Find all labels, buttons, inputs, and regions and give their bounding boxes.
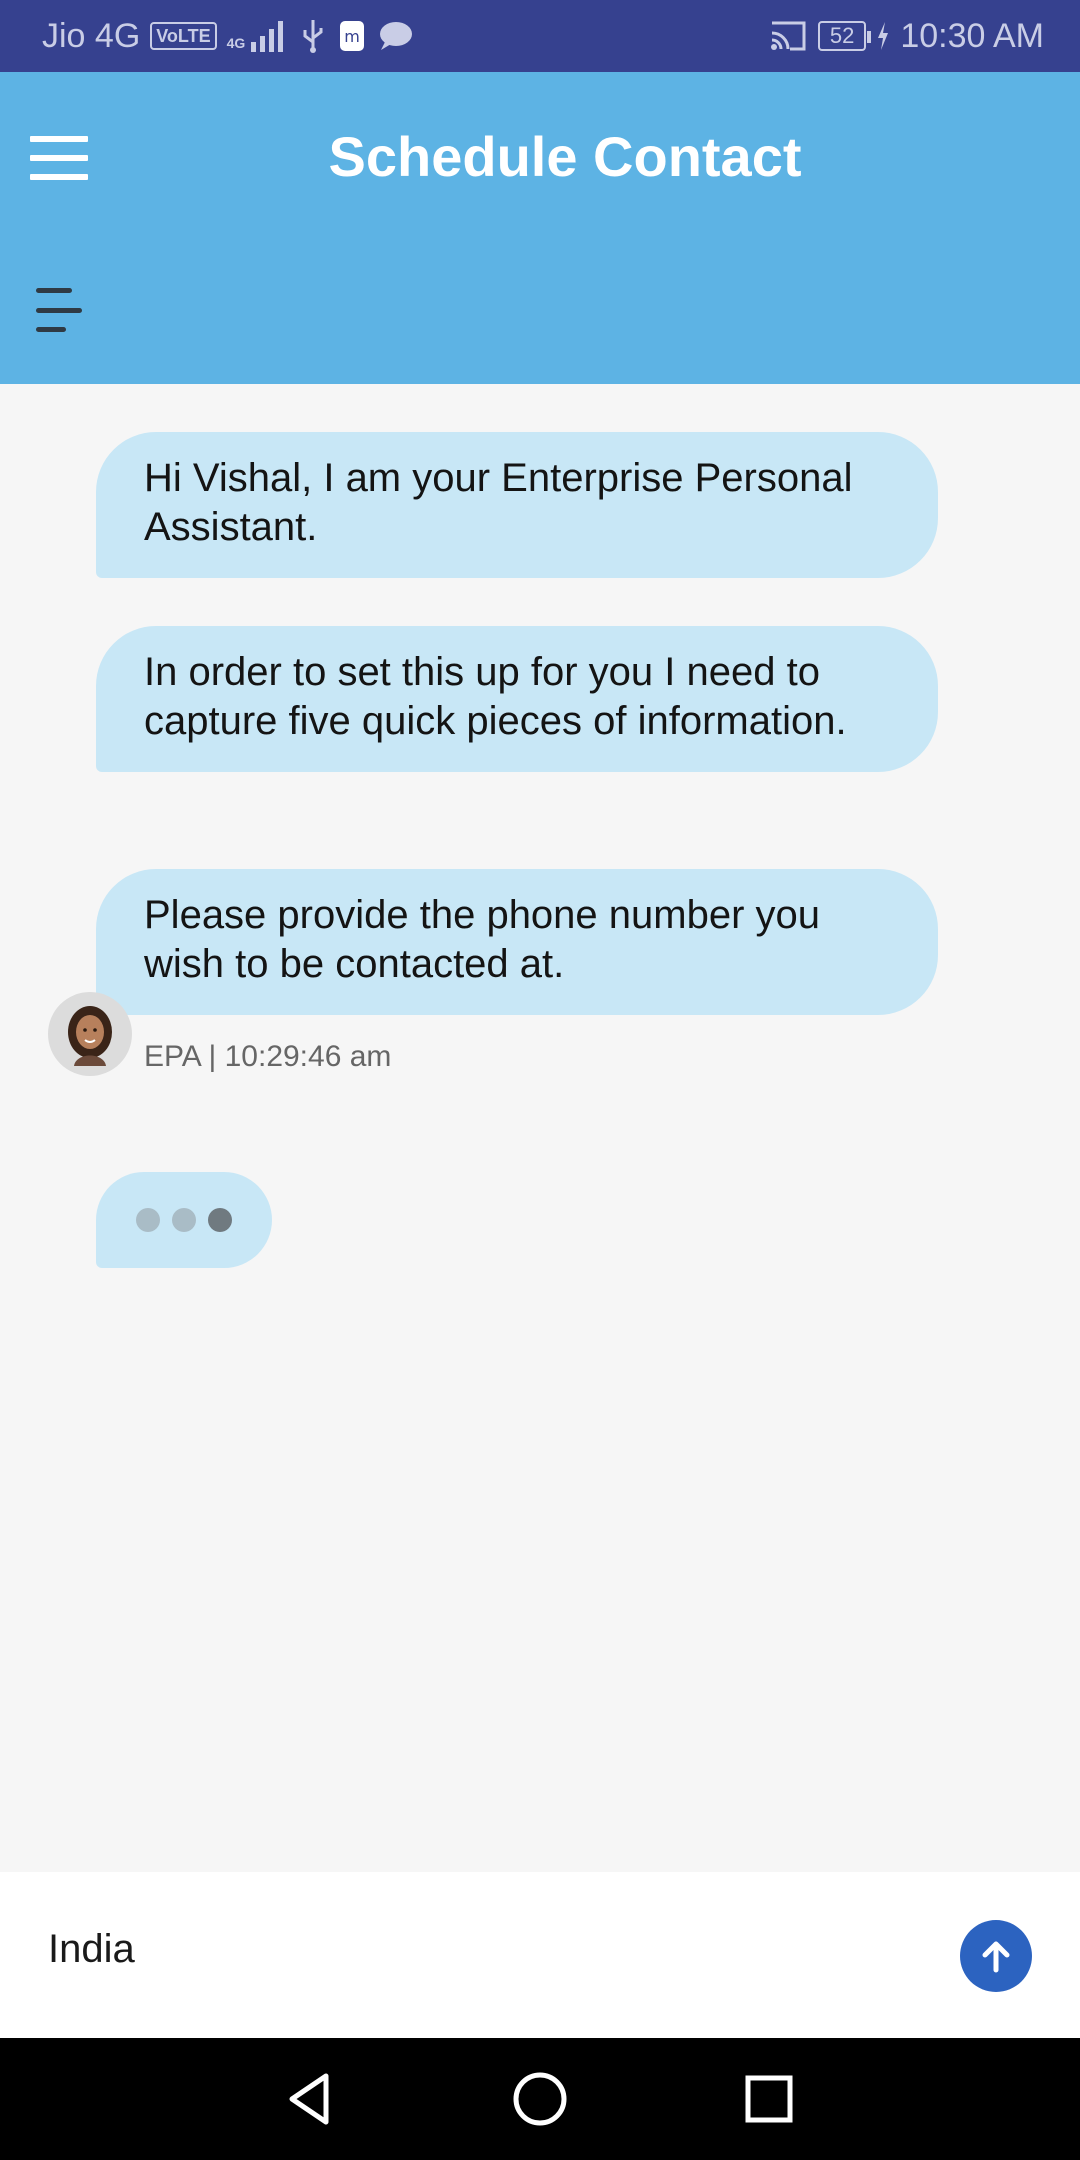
app-bar: Schedule Contact xyxy=(0,72,1080,384)
assistant-avatar xyxy=(48,992,132,1076)
clock: 10:30 AM xyxy=(900,16,1044,55)
page-title: Schedule Contact xyxy=(328,125,802,188)
network-type-label: 4G xyxy=(226,34,246,51)
arrow-up-icon xyxy=(982,1941,1010,1973)
app-notification-icon: m xyxy=(340,21,365,51)
typing-dot xyxy=(136,1208,160,1232)
volte-badge: VoLTE xyxy=(150,22,217,50)
message-text: Please provide the phone number you wish… xyxy=(144,893,821,986)
system-nav-bar xyxy=(0,2038,1080,2160)
status-right: 52 10:30 AM xyxy=(768,17,1044,56)
assistant-face-icon xyxy=(68,1006,112,1066)
recents-square-icon xyxy=(745,2075,793,2123)
message-text: In order to set this up for you I need t… xyxy=(144,650,847,743)
carrier-label: Jio 4G xyxy=(42,16,141,55)
sort-lines-icon[interactable] xyxy=(36,288,82,332)
typing-dot xyxy=(172,1208,196,1232)
charging-icon xyxy=(878,22,889,50)
back-button[interactable] xyxy=(280,2068,342,2130)
message-bubble: Please provide the phone number you wish… xyxy=(96,869,938,1015)
svg-text:m: m xyxy=(344,27,360,46)
composer xyxy=(0,1872,1080,2038)
status-left: Jio 4G VoLTE 4G m xyxy=(42,17,415,56)
message-bubble: Hi Vishal, I am your Enterprise Personal… xyxy=(96,432,938,578)
battery-level: 52 xyxy=(817,21,872,51)
message-text: Hi Vishal, I am your Enterprise Personal… xyxy=(144,456,853,549)
chat-area: Hi Vishal, I am your Enterprise Personal… xyxy=(0,384,1080,1872)
home-circle-icon xyxy=(513,2072,567,2126)
message-bubble: In order to set this up for you I need t… xyxy=(96,626,938,772)
back-triangle-icon xyxy=(289,2073,329,2125)
typing-dot xyxy=(208,1208,232,1232)
recents-button[interactable] xyxy=(738,2068,800,2130)
chat-notification-icon xyxy=(380,22,413,50)
status-bar: Jio 4G VoLTE 4G m 52 10:30 AM xyxy=(0,0,1080,72)
signal-icon xyxy=(251,21,284,52)
message-input[interactable] xyxy=(48,1914,908,1984)
send-button[interactable] xyxy=(960,1920,1032,1992)
usb-icon xyxy=(303,20,323,53)
message-meta: EPA | 10:29:46 am xyxy=(144,1040,392,1073)
cast-icon xyxy=(770,21,806,51)
typing-indicator xyxy=(96,1172,272,1268)
home-button[interactable] xyxy=(509,2068,571,2130)
